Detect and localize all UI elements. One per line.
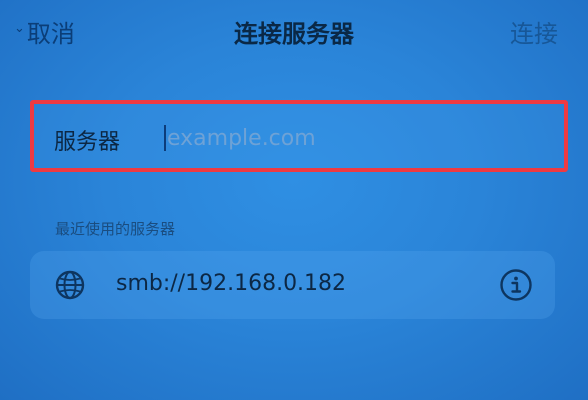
page-title: 连接服务器 [234, 20, 354, 48]
server-input-placeholder: example.com [167, 125, 316, 151]
info-icon[interactable] [499, 268, 533, 302]
globe-icon [55, 270, 85, 300]
recent-servers-header: 最近使用的服务器 [55, 220, 176, 238]
server-input[interactable]: example.com [164, 120, 544, 156]
recent-server-item[interactable]: smb://192.168.0.182 [30, 251, 555, 319]
recent-server-address: smb://192.168.0.182 [116, 271, 347, 296]
server-field-label: 服务器 [54, 130, 121, 155]
navigation-bar: ⌄ 取消 连接服务器 连接 [0, 0, 588, 62]
connect-button[interactable]: 连接 [510, 14, 558, 49]
server-input-row[interactable]: 服务器 example.com [30, 100, 568, 172]
text-cursor [164, 125, 166, 151]
